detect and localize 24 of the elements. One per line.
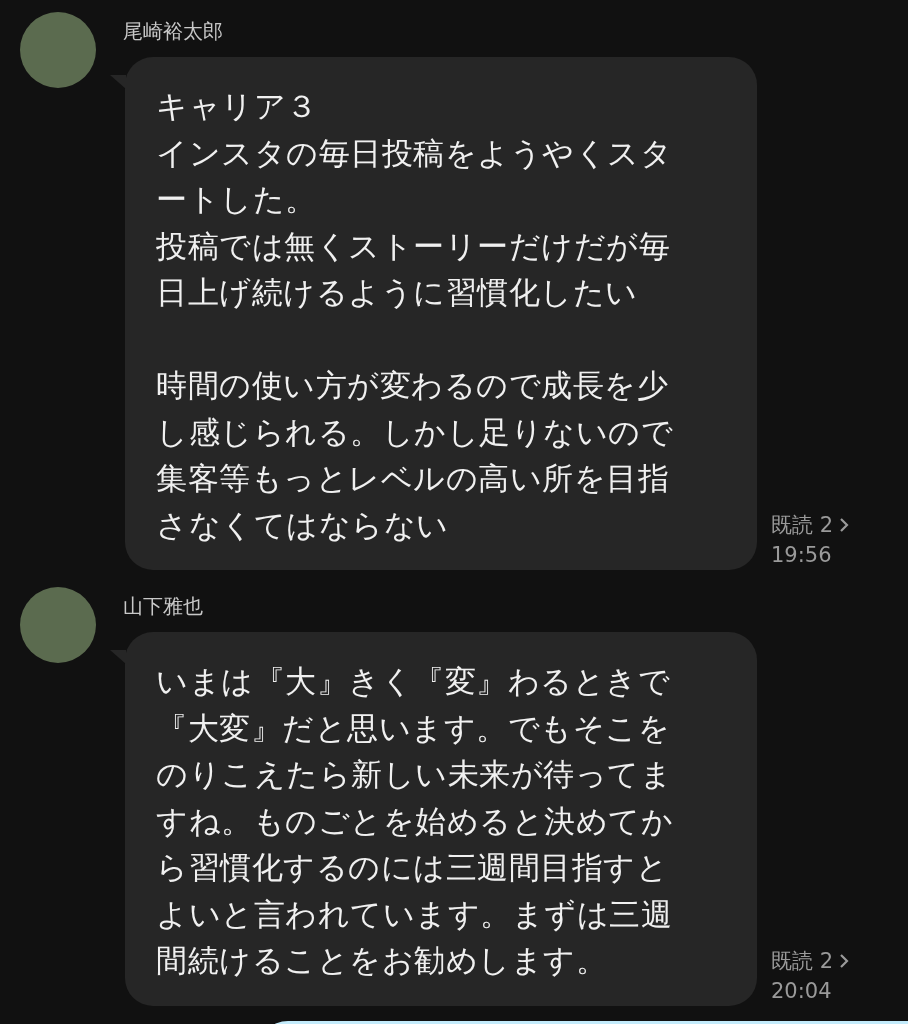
message-time: 20:04 xyxy=(771,977,833,1005)
sender-name: 山下雅也 xyxy=(123,593,204,620)
message-time: 19:56 xyxy=(771,542,833,569)
message-line: インスタの毎日投稿をようやくスタ xyxy=(156,133,673,173)
message-line: 投稿では無くストーリーだけだが毎 xyxy=(156,226,671,266)
message-line: し感じられる。しかし足りないので xyxy=(156,412,674,452)
message-line: さなくてはならない xyxy=(156,505,450,545)
message-line: 集客等もっとレベルの高い所を目指 xyxy=(156,459,670,498)
message-line: 間続けることをお勧めします。 xyxy=(156,941,608,980)
message-line: いまは『大』きく『変』わるときで xyxy=(156,662,671,701)
message-line: キャリア３ xyxy=(156,87,319,126)
message-line: 『大変』だと思います。でもそこを xyxy=(156,708,671,748)
message-line: すね。ものごとを始めると決めてか xyxy=(156,801,674,841)
message-line: 時間の使い方が変わるので成長を少 xyxy=(156,366,669,405)
message-line: よいと言われています。まずは三週 xyxy=(156,894,673,934)
message-line: 日上げ続けるように習慣化したい xyxy=(156,273,639,312)
message-line: ートした。 xyxy=(156,180,318,219)
chevron-right-icon[interactable] xyxy=(839,517,850,533)
message-line: ら習慣化するのには三週間目指すと xyxy=(156,848,669,887)
message-line: のりこえたら新しい未来が待ってま xyxy=(156,755,673,794)
read-receipt: 既読 2 xyxy=(771,947,834,975)
sender-name: 尾崎裕太郎 xyxy=(123,18,224,45)
read-receipt: 既読 2 xyxy=(771,512,834,539)
chevron-right-icon[interactable] xyxy=(839,952,850,969)
